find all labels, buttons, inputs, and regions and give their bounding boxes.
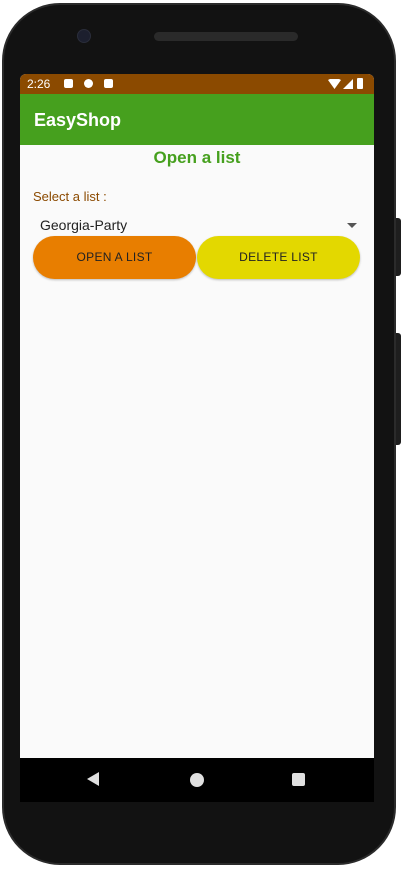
record-icon: [84, 79, 93, 88]
sd-card-icon: [104, 79, 113, 88]
app-screen: 2:26 EasyShop Open a list Select a list …: [20, 74, 374, 758]
signal-icon: [343, 79, 353, 89]
recents-icon[interactable]: [292, 773, 305, 786]
select-list-label: Select a list :: [33, 189, 107, 204]
battery-icon: [357, 78, 363, 89]
dropdown-arrow-icon: [347, 223, 357, 228]
status-time: 2:26: [27, 77, 51, 91]
phone-frame: 2:26 EasyShop Open a list Select a list …: [0, 0, 404, 870]
front-camera-icon: [77, 29, 91, 43]
back-icon[interactable]: [87, 772, 99, 786]
selected-list-value: Georgia-Party: [40, 217, 128, 233]
wifi-icon: [328, 79, 341, 89]
app-bar: EasyShop: [20, 94, 374, 145]
power-button: [396, 333, 401, 445]
status-bar: 2:26: [20, 74, 374, 94]
earpiece-speaker: [154, 32, 298, 41]
home-icon[interactable]: [190, 773, 204, 787]
open-list-button[interactable]: OPEN A LIST: [33, 236, 196, 279]
delete-list-button[interactable]: DELETE LIST: [197, 236, 360, 279]
page-title: Open a list: [153, 148, 241, 167]
volume-button: [396, 218, 401, 276]
list-spinner[interactable]: Georgia-Party: [33, 214, 360, 238]
a-icon: [64, 79, 73, 88]
navigation-bar: [20, 758, 374, 802]
app-title: EasyShop: [34, 110, 122, 130]
